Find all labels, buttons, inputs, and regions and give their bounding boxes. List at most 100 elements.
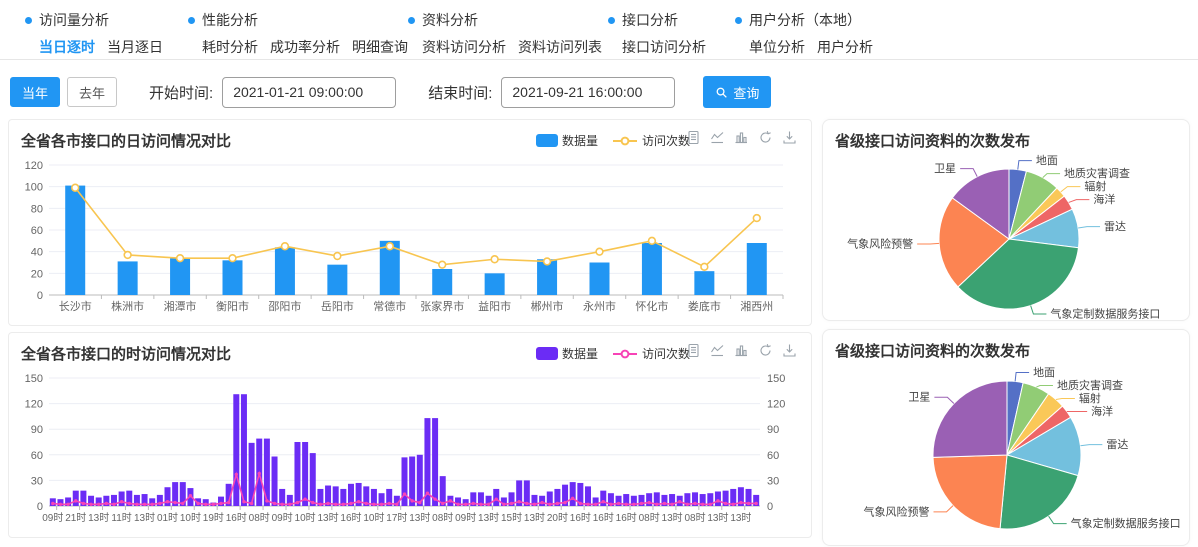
svg-text:120: 120: [25, 160, 43, 172]
this-year-button[interactable]: 当年: [10, 77, 60, 107]
data-view-icon[interactable]: [686, 343, 701, 358]
line-chart-icon[interactable]: [710, 343, 725, 358]
bar-chart-icon[interactable]: [734, 343, 749, 358]
svg-text:60: 60: [31, 450, 43, 462]
svg-text:株洲市: 株洲市: [111, 299, 144, 313]
bullet-icon: [408, 17, 415, 24]
legend-item-visit-count[interactable]: 访问次数: [612, 345, 690, 362]
nav-item-interface-access-analysis[interactable]: 接口访问分析: [622, 37, 706, 57]
svg-text:雷达: 雷达: [1106, 438, 1128, 451]
hourly-bar-line-chart[interactable]: 0030306060909012012015015009时21时13时11时13…: [15, 368, 805, 532]
line-swatch-icon: [612, 348, 638, 360]
legend-label: 数据量: [562, 132, 598, 149]
province-access-pie-card-bottom: 省级接口访问资料的次数发布 地面地质灾害调查辐射海洋雷达气象定制数据服务接口气象…: [822, 329, 1190, 546]
line-chart-icon[interactable]: [710, 130, 725, 145]
svg-text:辐射: 辐射: [1084, 179, 1106, 193]
province-access-pie-chart[interactable]: 地面地质灾害调查辐射海洋雷达气象定制数据服务接口气象风险预警卫星: [823, 151, 1189, 319]
svg-text:13时: 13时: [707, 512, 728, 524]
query-button-label: 查询: [733, 83, 759, 102]
svg-text:17时: 17时: [386, 512, 407, 524]
svg-text:卫星: 卫星: [934, 162, 956, 175]
svg-text:13时: 13时: [730, 512, 751, 524]
hourly-access-chart-card: 全省各市接口的时访问情况对比 数据量 访问次数 0030306060909012…: [8, 332, 812, 538]
svg-text:气象定制数据服务接口: 气象定制数据服务接口: [1050, 307, 1160, 320]
svg-text:10时: 10时: [180, 512, 201, 524]
svg-text:16时: 16时: [340, 512, 361, 524]
dashboard-body: 全省各市接口的日访问情况对比 数据量 访问次数 020406080100120长…: [0, 108, 1198, 546]
svg-text:30: 30: [31, 475, 43, 487]
svg-text:湘潭市: 湘潭市: [164, 299, 197, 313]
daily-bar-line-chart[interactable]: 020406080100120长沙市株洲市湘潭市衡阳市邵阳市岳阳市常德市张家界市…: [15, 155, 805, 319]
nav-group-traffic-analysis: 访问量分析 当日逐时 当月逐日: [25, 10, 188, 59]
bullet-icon: [608, 17, 615, 24]
bar-swatch-icon: [536, 347, 558, 360]
svg-text:16时: 16时: [570, 512, 591, 524]
svg-text:地面: 地面: [1036, 154, 1058, 167]
svg-text:90: 90: [767, 424, 779, 436]
end-time-input[interactable]: [501, 77, 675, 108]
svg-text:20: 20: [31, 268, 43, 280]
nav-group-title: 性能分析: [202, 10, 258, 30]
nav-group-title: 接口分析: [622, 10, 678, 30]
nav-item-hourly-today[interactable]: 当日逐时: [39, 37, 95, 57]
download-icon[interactable]: [782, 343, 797, 358]
legend-label: 访问次数: [642, 132, 690, 149]
nav-group-title: 访问量分析: [39, 10, 109, 30]
svg-text:08时: 08时: [639, 512, 660, 524]
chart-title: 省级接口访问资料的次数发布: [823, 120, 1189, 151]
legend-item-data-volume[interactable]: 数据量: [536, 345, 598, 362]
bar-chart-icon[interactable]: [734, 130, 749, 145]
nav-item-success-rate-analysis[interactable]: 成功率分析: [270, 37, 340, 57]
svg-text:120: 120: [767, 399, 785, 411]
svg-text:90: 90: [31, 424, 43, 436]
start-time-input[interactable]: [222, 77, 396, 108]
nav-group-performance-analysis: 性能分析 耗时分析 成功率分析 明细查询: [188, 10, 408, 59]
svg-text:10时: 10时: [363, 512, 384, 524]
nav-item-time-cost-analysis[interactable]: 耗时分析: [202, 37, 258, 57]
svg-text:09时: 09时: [272, 512, 293, 524]
nav-group-interface-analysis: 接口分析 接口访问分析: [608, 10, 735, 59]
nav-item-data-access-list[interactable]: 资料访问列表: [518, 37, 602, 57]
svg-text:08时: 08时: [249, 512, 270, 524]
svg-text:20时: 20时: [547, 512, 568, 524]
svg-text:16时: 16时: [593, 512, 614, 524]
svg-text:15时: 15时: [501, 512, 522, 524]
nav-group-title: 资料分析: [422, 10, 478, 30]
province-access-pie-chart[interactable]: 地面地质灾害调查辐射海洋雷达气象定制数据服务接口气象风险预警卫星: [823, 361, 1189, 545]
nav-item-detail-query[interactable]: 明细查询: [352, 37, 408, 57]
svg-text:13时: 13时: [317, 512, 338, 524]
last-year-button[interactable]: 去年: [67, 77, 117, 107]
svg-text:0: 0: [37, 501, 43, 513]
svg-text:海洋: 海洋: [1093, 192, 1115, 206]
restore-icon[interactable]: [758, 130, 773, 145]
search-icon: [715, 86, 728, 99]
svg-text:地质灾害调查: 地质灾害调查: [1064, 166, 1130, 180]
nav-group-user-analysis: 用户分析（本地） 单位分析 用户分析: [735, 10, 905, 59]
query-button[interactable]: 查询: [703, 76, 771, 108]
svg-text:岳阳市: 岳阳市: [321, 299, 354, 313]
svg-text:郴州市: 郴州市: [531, 299, 564, 313]
svg-text:气象风险预警: 气象风险预警: [847, 236, 913, 250]
svg-text:常德市: 常德市: [373, 299, 406, 313]
legend-item-visit-count[interactable]: 访问次数: [612, 132, 690, 149]
svg-text:80: 80: [31, 203, 43, 215]
restore-icon[interactable]: [758, 343, 773, 358]
svg-text:150: 150: [25, 373, 43, 385]
filter-bar: 当年 去年 开始时间: 结束时间: 查询: [10, 76, 1198, 108]
nav-item-user-analysis[interactable]: 用户分析: [817, 37, 873, 57]
data-view-icon[interactable]: [686, 130, 701, 145]
nav-item-daily-this-month[interactable]: 当月逐日: [107, 37, 163, 57]
svg-text:10时: 10时: [295, 512, 316, 524]
svg-text:气象定制数据服务接口: 气象定制数据服务接口: [1071, 516, 1181, 530]
svg-text:60: 60: [31, 225, 43, 237]
nav-item-unit-analysis[interactable]: 单位分析: [749, 37, 805, 57]
end-time-label: 结束时间:: [428, 82, 492, 103]
svg-text:辐射: 辐射: [1079, 391, 1101, 405]
download-icon[interactable]: [782, 130, 797, 145]
nav-item-data-access-analysis[interactable]: 资料访问分析: [422, 37, 506, 57]
chart-toolbox: [686, 130, 797, 145]
top-nav: 访问量分析 当日逐时 当月逐日 性能分析 耗时分析 成功率分析 明细查询 资料分…: [0, 0, 1198, 60]
legend-item-data-volume[interactable]: 数据量: [536, 132, 598, 149]
nav-group-title: 用户分析（本地）: [749, 10, 861, 30]
svg-text:13时: 13时: [409, 512, 430, 524]
